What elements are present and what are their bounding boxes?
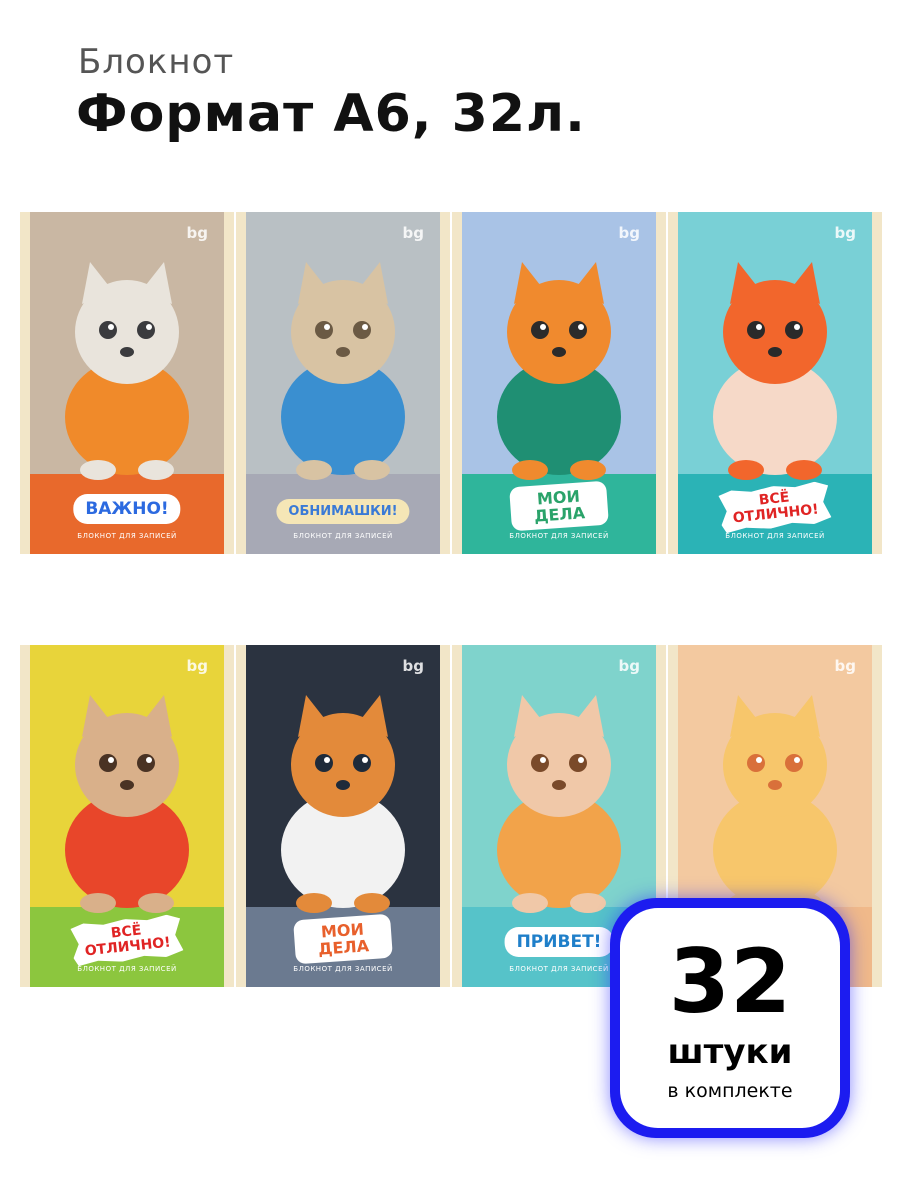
brand-logo: bg bbox=[618, 224, 640, 242]
quantity-badge-inner: 32 штуки в комплекте bbox=[620, 908, 840, 1128]
brand-logo: bg bbox=[402, 224, 424, 242]
cover-face: bg ВАЖНО! БЛОКНОТ ДЛЯ ЗАПИСЕЙ bbox=[30, 212, 224, 554]
brand-logo: bg bbox=[834, 657, 856, 675]
covers-row-top: bg ВАЖНО! БЛОКНОТ ДЛЯ ЗАПИСЕЙ bg ОБНИМАШКИ! Б… bbox=[20, 212, 882, 554]
cover-footer-text: БЛОКНОТ ДЛЯ ЗАПИСЕЙ bbox=[293, 965, 393, 973]
cover-face: bg МОИ ДЕЛА БЛОКНОТ ДЛЯ ЗАПИСЕЙ bbox=[246, 645, 440, 987]
notebook-cover: bg МОИ ДЕЛА БЛОКНОТ ДЛЯ ЗАПИСЕЙ bbox=[452, 212, 666, 554]
product-title: Формат А6, 32л. bbox=[76, 84, 586, 144]
quantity-number: 32 bbox=[668, 930, 792, 1033]
cover-footer-text: БЛОКНОТ ДЛЯ ЗАПИСЕЙ bbox=[509, 532, 609, 540]
brand-logo: bg bbox=[834, 224, 856, 242]
notebook-cover: bg МОИ ДЕЛА БЛОКНОТ ДЛЯ ЗАПИСЕЙ bbox=[236, 645, 450, 987]
brand-logo: bg bbox=[618, 657, 640, 675]
cover-footer-text: БЛОКНОТ ДЛЯ ЗАПИСЕЙ bbox=[77, 965, 177, 973]
notebook-cover: bg ОБНИМАШКИ! БЛОКНОТ ДЛЯ ЗАПИСЕЙ bbox=[236, 212, 450, 554]
cover-face: bg МОИ ДЕЛА БЛОКНОТ ДЛЯ ЗАПИСЕЙ bbox=[462, 212, 656, 554]
product-subtitle: Блокнот bbox=[78, 42, 235, 82]
cover-face: bg ВСЁ ОТЛИЧНО! БЛОКНОТ ДЛЯ ЗАПИСЕЙ bbox=[678, 212, 872, 554]
cover-badge: ОБНИМАШКИ! bbox=[276, 499, 410, 524]
cover-badge: МОИ ДЕЛА bbox=[509, 480, 609, 532]
quantity-note: в комплекте bbox=[667, 1080, 793, 1102]
notebook-cover: bg ВСЁ ОТЛИЧНО! БЛОКНОТ ДЛЯ ЗАПИСЕЙ bbox=[20, 645, 234, 987]
brand-logo: bg bbox=[402, 657, 424, 675]
quantity-unit: штуки bbox=[667, 1032, 793, 1072]
cover-badge: МОИ ДЕЛА bbox=[293, 913, 393, 965]
brand-logo: bg bbox=[186, 224, 208, 242]
cover-badge: ВАЖНО! bbox=[73, 494, 181, 524]
cover-face: bg ОБНИМАШКИ! БЛОКНОТ ДЛЯ ЗАПИСЕЙ bbox=[246, 212, 440, 554]
quantity-badge: 32 штуки в комплекте bbox=[610, 898, 850, 1138]
notebook-cover: bg ВСЁ ОТЛИЧНО! БЛОКНОТ ДЛЯ ЗАПИСЕЙ bbox=[668, 212, 882, 554]
cover-footer-text: БЛОКНОТ ДЛЯ ЗАПИСЕЙ bbox=[77, 532, 177, 540]
cover-footer-text: БЛОКНОТ ДЛЯ ЗАПИСЕЙ bbox=[725, 532, 825, 540]
cover-footer-text: БЛОКНОТ ДЛЯ ЗАПИСЕЙ bbox=[293, 532, 393, 540]
brand-logo: bg bbox=[186, 657, 208, 675]
notebook-cover: bg ВАЖНО! БЛОКНОТ ДЛЯ ЗАПИСЕЙ bbox=[20, 212, 234, 554]
cover-face: bg ВСЁ ОТЛИЧНО! БЛОКНОТ ДЛЯ ЗАПИСЕЙ bbox=[30, 645, 224, 987]
cover-badge: ПРИВЕТ! bbox=[504, 927, 614, 957]
